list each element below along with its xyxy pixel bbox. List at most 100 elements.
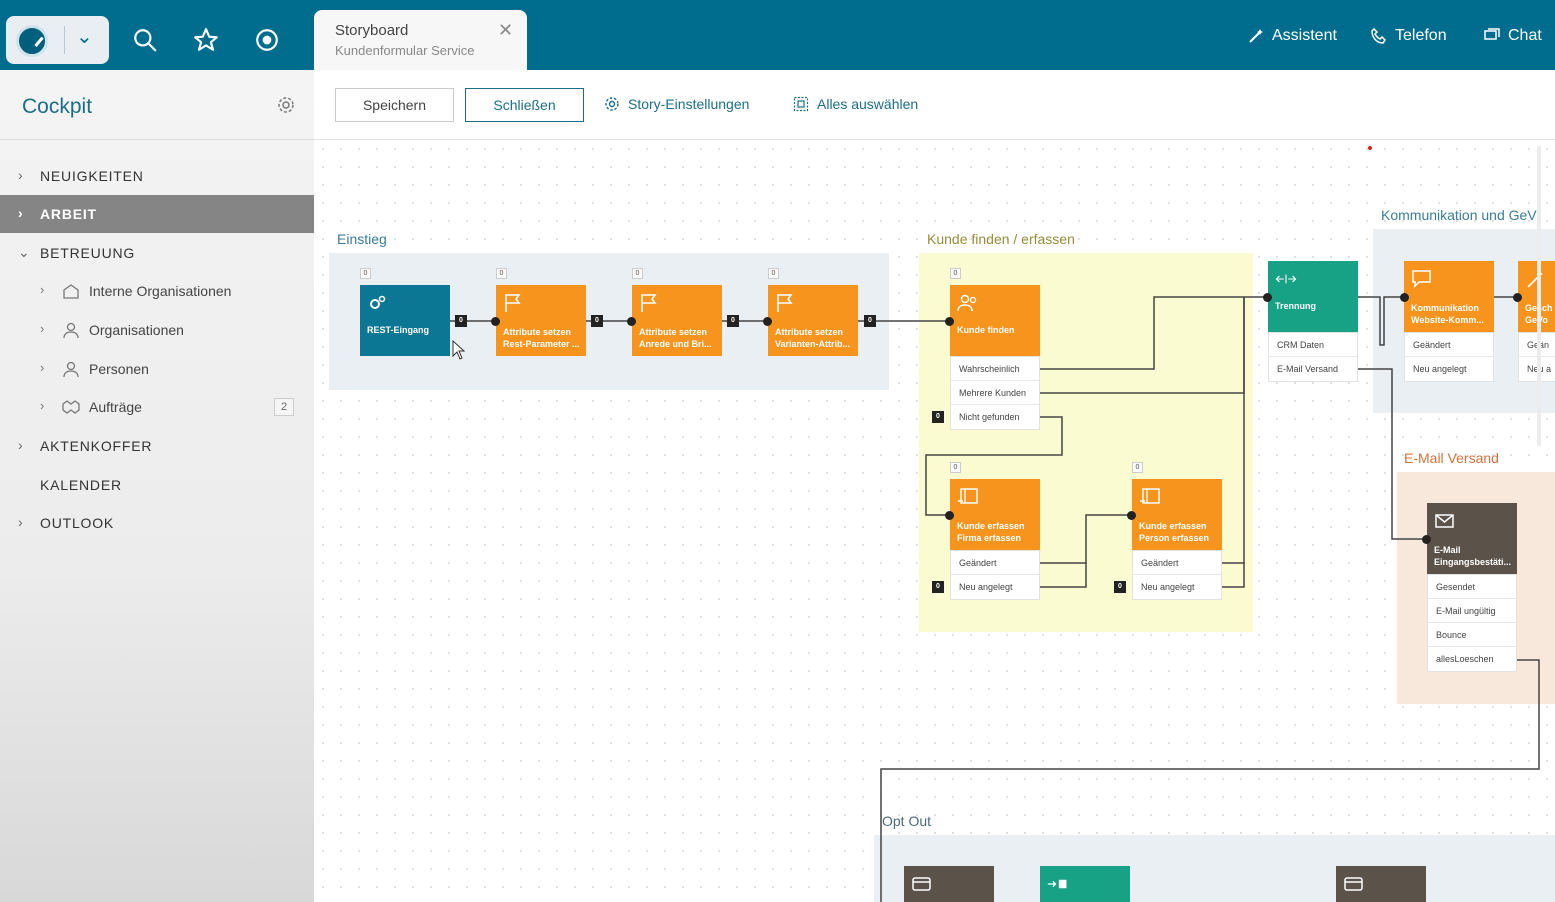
node-counter: 0 (496, 268, 507, 279)
sidebar-item-neuigkeiten[interactable]: › NEUIGKEITEN (0, 157, 314, 195)
option-email-versand[interactable]: E-Mail Versand (1269, 357, 1357, 381)
story-settings-button[interactable]: Story-Einstellungen (604, 96, 749, 112)
chevron-right-icon: › (40, 282, 45, 297)
node-kunde-erfassen-person[interactable]: Kunde erfassen Person erfassen (1132, 479, 1222, 550)
option-neu-angelegt[interactable]: Neu angelegt (1133, 575, 1221, 599)
option-mehrere-kunden[interactable]: Mehrere Kunden (951, 381, 1039, 405)
option-email-ungueltig[interactable]: E-Mail ungültig (1428, 599, 1516, 623)
connection-lines (450, 296, 1540, 902)
storyboard-tab[interactable]: Storyboard Kundenformular Service ✕ (314, 10, 527, 70)
assistant-button[interactable]: Assistent (1248, 27, 1337, 45)
chat-button[interactable]: Chat (1484, 27, 1542, 45)
option-geaendert[interactable]: Geändert (1133, 551, 1221, 575)
sidebar-item-personen[interactable]: › Personen (0, 350, 314, 388)
people-icon (957, 294, 977, 312)
form-icon (1140, 488, 1160, 504)
window-icon (1344, 877, 1363, 891)
option-bounce[interactable]: Bounce (1428, 623, 1516, 647)
input-port[interactable] (1127, 511, 1136, 520)
node-optout-form[interactable] (904, 866, 994, 902)
node-counter: 0 (1132, 462, 1143, 473)
node-options-trennung: CRM Daten E-Mail Versand (1268, 332, 1358, 382)
close-tab-icon[interactable]: ✕ (498, 20, 513, 41)
tab-subtitle: Kundenformular Service (335, 43, 475, 58)
chevron-down-icon: ⌄ (76, 26, 93, 48)
option-geaendert[interactable]: Geändert (951, 551, 1039, 575)
save-button[interactable]: Speichern (335, 88, 454, 122)
option-crm-daten[interactable]: CRM Daten (1269, 333, 1357, 357)
gear-icon (605, 97, 619, 111)
node-trennung[interactable]: Trennung (1268, 261, 1358, 332)
node-kunde-erfassen-firma[interactable]: Kunde erfassen Firma erfassen (950, 479, 1040, 550)
node-label: Kunde finden (957, 325, 1015, 335)
target-icon[interactable] (254, 27, 280, 53)
magic-wand-icon (1249, 29, 1263, 43)
node-attribute-setzen-anrede[interactable]: Attribute setzen Anrede und Bri... (632, 285, 722, 356)
node-counter: 0 (768, 268, 779, 279)
option-neu-angelegt[interactable]: Neu angelegt (1405, 357, 1493, 381)
input-port[interactable] (627, 317, 636, 326)
connector-counter: 0 (1114, 581, 1126, 593)
node-label: Kunde erfassen Firma erfassen (957, 521, 1025, 543)
input-port[interactable] (1513, 293, 1522, 302)
option-neu-angelegt[interactable]: Neu angelegt (951, 575, 1039, 599)
node-counter: 0 (950, 462, 961, 473)
connector-counter: 0 (727, 315, 739, 327)
node-optout-window[interactable] (1336, 866, 1426, 902)
connector-counter: 0 (864, 315, 876, 327)
canvas-scrollbar[interactable] (1537, 146, 1541, 446)
sidebar-item-organisationen[interactable]: › Organisationen (0, 311, 314, 349)
chevron-down-icon: ⌄ (18, 244, 31, 260)
arrow-to-stop-icon (1047, 879, 1067, 889)
input-port[interactable] (945, 511, 954, 520)
input-port[interactable] (763, 317, 772, 326)
node-label: Attribute setzen Rest-Parameter ... (503, 327, 580, 349)
magic-wand-icon (1527, 271, 1543, 288)
node-attribute-setzen-rest[interactable]: Attribute setzen Rest-Parameter ... (496, 285, 586, 356)
option-nicht-gefunden[interactable]: Nicht gefunden (951, 405, 1039, 429)
option-gesendet[interactable]: Gesendet (1428, 575, 1516, 599)
node-options-kunde-firma: Geändert Neu angelegt (950, 550, 1040, 600)
chat-icon (1484, 28, 1500, 40)
sidebar-item-outlook[interactable]: › OUTLOOK (0, 504, 314, 542)
option-wahrscheinlich[interactable]: Wahrscheinlich (951, 357, 1039, 381)
close-button[interactable]: Schließen (465, 88, 584, 122)
flag-icon (505, 294, 521, 312)
flag-icon (641, 294, 657, 312)
node-email-eingangsbestaetigung[interactable]: E-Mail Eingangsbestäti... (1427, 503, 1517, 574)
input-port[interactable] (1400, 293, 1409, 302)
node-label: REST-Eingang (367, 325, 430, 335)
connector-counter: 0 (932, 411, 944, 423)
node-rest-eingang[interactable]: REST-Eingang (360, 285, 450, 356)
sidebar-item-betreuung[interactable]: ⌄ BETREUUNG (0, 234, 314, 272)
input-port[interactable] (945, 317, 954, 326)
input-port[interactable] (1422, 535, 1431, 544)
chevron-right-icon: › (18, 437, 24, 453)
node-optout-end[interactable] (1040, 866, 1130, 902)
option-alles-loeschen[interactable]: allesLoeschen (1428, 647, 1516, 671)
phone-button[interactable]: Telefon (1371, 27, 1447, 45)
search-icon[interactable] (132, 27, 158, 53)
storyboard-canvas[interactable]: Einstieg Kunde finden / erfassen Kommuni… (314, 140, 1555, 902)
select-all-button[interactable]: Alles auswählen (793, 96, 918, 112)
sidebar-item-aktenkoffer[interactable]: › AKTENKOFFER (0, 427, 314, 465)
app-launcher[interactable]: ⌄ (6, 16, 109, 64)
sidebar-item-arbeit[interactable]: › ARBEIT (0, 195, 314, 233)
person-icon (63, 322, 79, 339)
node-options-kommunikation: Geändert Neu angelegt (1404, 332, 1494, 382)
option-geaendert[interactable]: Geändert (1405, 333, 1493, 357)
input-port[interactable] (1263, 293, 1272, 302)
gear-icon[interactable] (276, 95, 296, 115)
input-port[interactable] (491, 317, 500, 326)
select-box-icon (793, 96, 809, 112)
select-all-label: Alles auswählen (817, 96, 919, 112)
sidebar-item-kalender[interactable]: KALENDER (0, 466, 314, 504)
node-kommunikation[interactable]: Kommunikation Website-Komm... (1404, 261, 1494, 332)
sidebar-item-interne-organisationen[interactable]: › Interne Organisationen (0, 272, 314, 310)
node-options-email: Gesendet E-Mail ungültig Bounce allesLoe… (1427, 574, 1517, 672)
node-kunde-finden[interactable]: Kunde finden (950, 285, 1040, 356)
star-icon[interactable] (193, 27, 219, 53)
node-attribute-setzen-varianten[interactable]: Attribute setzen Varianten-Attrib... (768, 285, 858, 356)
node-label: E-Mail Eingangsbestäti... (1434, 545, 1512, 567)
sidebar-item-auftraege[interactable]: › Aufträge 2 (0, 388, 314, 426)
